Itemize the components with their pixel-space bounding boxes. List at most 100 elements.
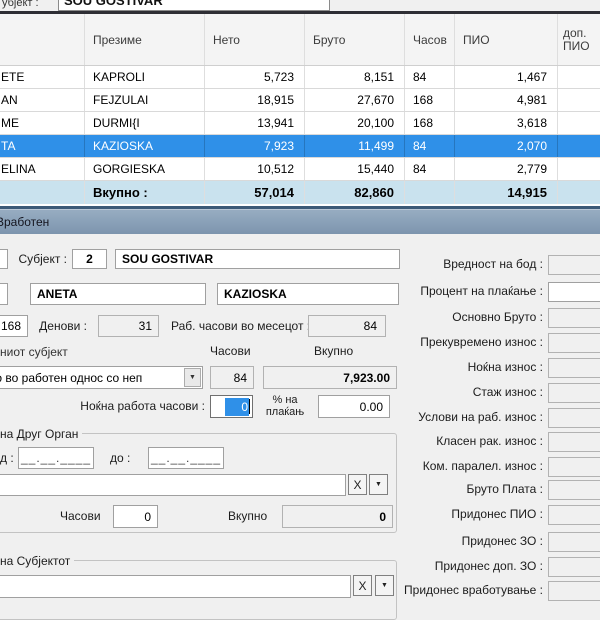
chevron-down-icon[interactable]: ▼: [369, 474, 388, 495]
cell-name: TA: [0, 135, 85, 157]
subject-label: Субјект :: [12, 252, 67, 266]
grid-header-hours[interactable]: Часов: [405, 14, 455, 65]
total-bruto: 82,860: [305, 181, 405, 204]
cell-bruto: 20,100: [305, 112, 405, 134]
other-org-hours-label: Часови: [60, 509, 101, 523]
cell-pio: 4,981: [455, 89, 558, 111]
first-name-value: ANETA: [37, 287, 77, 301]
grid-header-row: Презиме Нето Бруто Часов ПИО доп. ПИО: [0, 14, 600, 66]
employee-panel-title: Вработен: [0, 215, 49, 229]
cell-neto: 7,923: [205, 135, 305, 157]
night-pct-value: 0.00: [360, 400, 383, 414]
cell-bruto: 15,440: [305, 158, 405, 180]
field-pridones-zo: [548, 532, 600, 552]
cell-pio: 2,779: [455, 158, 558, 180]
grid-header-surname[interactable]: Презиме: [85, 14, 205, 65]
pct-label-line1: % на: [256, 394, 314, 406]
cell-hours: 84: [405, 66, 455, 88]
employment-type-value: нато во работен однос со неп: [0, 371, 142, 385]
night-pct-input[interactable]: 0.00: [318, 395, 390, 418]
date-from-placeholder: __.__.____: [21, 451, 91, 465]
grid-header-pio[interactable]: ПИО: [455, 14, 558, 65]
chevron-down-icon[interactable]: ▼: [375, 575, 394, 596]
night-hours-value: 0: [225, 398, 249, 416]
other-org-group-label: на Друг Орган: [0, 427, 82, 441]
month-hours-label: Раб. часови во месецот :: [171, 319, 310, 333]
date-to-input[interactable]: __.__.____: [148, 447, 224, 469]
month-hours-value: 84: [364, 319, 377, 333]
field-procent-na-plakanje[interactable]: [548, 282, 600, 302]
cell-hours: 84: [405, 158, 455, 180]
cell-neto: 13,941: [205, 112, 305, 134]
top-subject-value: SOU GOSTIVAR: [64, 0, 329, 8]
total-column-label: Вкупно: [314, 344, 353, 358]
pct-label: % на плаќањ: [256, 394, 314, 418]
cell-neto: 5,723: [205, 66, 305, 88]
field-label-procent-na-plakanje: Процент на плаќање :: [400, 284, 543, 298]
clear-icon[interactable]: X: [353, 575, 372, 596]
grid-header-dop-pio[interactable]: доп. ПИО: [558, 14, 600, 65]
other-org-hours-value: 0: [144, 510, 151, 524]
date-to-placeholder: __.__.____: [151, 451, 221, 465]
total-hours: [405, 181, 455, 204]
cell-name: ELINA: [0, 158, 85, 180]
field-klasen-rak-iznos: [548, 432, 600, 452]
other-org-combobox[interactable]: [0, 474, 346, 496]
total-neto: 57,014: [205, 181, 305, 204]
cell-hours: 168: [405, 89, 455, 111]
other-org-total-value: 0: [379, 510, 386, 524]
payroll-window: убјект : SOU GOSTIVAR Презиме Нето Бруто…: [0, 0, 600, 600]
work-hours-field: 84: [210, 366, 254, 389]
field-label-pridones-dop-zo: Придонес доп. ЗО :: [400, 559, 543, 573]
cell-bruto: 27,670: [305, 89, 405, 111]
other-org-total-label: Вкупно: [228, 509, 267, 523]
table-row[interactable]: ETE KAPROLI 5,723 8,151 84 1,467: [0, 66, 600, 89]
subject-work-group-label: на Субјектот: [0, 554, 74, 568]
cell-pio: 2,070: [455, 135, 558, 157]
field-prekuvremeno-iznos: [548, 333, 600, 353]
pct-label-line2: плаќањ: [256, 406, 314, 418]
table-total-row: Вкупно : 57,014 82,860 14,915: [0, 181, 600, 204]
subject-code-field[interactable]: 2: [72, 249, 107, 269]
field-label-klasen-rak-iznos: Класен рак. износ :: [400, 434, 543, 448]
chevron-down-icon[interactable]: ▼: [184, 368, 201, 387]
total-hours-field[interactable]: 168: [0, 315, 28, 337]
field-osnovno-bruto: [548, 308, 600, 328]
other-org-hours-input[interactable]: 0: [113, 505, 158, 528]
top-subject-label: убјект :: [2, 0, 39, 9]
last-name-value: KAZIOSKA: [224, 287, 287, 301]
days-label: Денови :: [38, 319, 87, 333]
total-hours-value: 168: [1, 319, 21, 333]
table-row-selected[interactable]: TA KAZIOSKA 7,923 11,499 84 2,070: [0, 135, 600, 158]
grid-header-neto[interactable]: Нето: [205, 14, 305, 65]
clipped-field-left-b[interactable]: [0, 283, 8, 305]
field-label-staz-iznos: Стаж износ :: [400, 385, 543, 399]
clipped-field-left-a[interactable]: [0, 249, 8, 269]
table-row[interactable]: ME DURMI{I 13,941 20,100 168 3,618: [0, 112, 600, 135]
grid-header-bruto[interactable]: Бруто: [305, 14, 405, 65]
field-label-bruto-plata: Бруто Плата :: [400, 482, 543, 496]
field-uslovi-na-rab-iznos: [548, 408, 600, 428]
table-row[interactable]: AN FEJZULAI 18,915 27,670 168 4,981: [0, 89, 600, 112]
field-vrednost-na-bod: [548, 255, 600, 275]
subject-name-value: SOU GOSTIVAR: [122, 252, 213, 266]
night-hours-input[interactable]: 0: [210, 395, 253, 418]
employment-type-combobox[interactable]: нато во работен однос со неп ▼: [0, 366, 203, 389]
date-from-label: д :: [0, 451, 14, 465]
date-from-input[interactable]: __.__.____: [18, 447, 94, 469]
subject-name-field[interactable]: SOU GOSTIVAR: [115, 249, 400, 269]
cell-hours: 84: [405, 135, 455, 157]
cell-surname: GORGIESKA: [85, 158, 205, 180]
top-subject-field[interactable]: SOU GOSTIVAR: [58, 0, 330, 11]
month-hours-field: 84: [308, 315, 386, 337]
grid-header-name[interactable]: [0, 14, 85, 65]
table-row[interactable]: ELINA GORGIESKA 10,512 15,440 84 2,779: [0, 158, 600, 181]
first-name-field[interactable]: ANETA: [30, 283, 206, 305]
cell-neto: 10,512: [205, 158, 305, 180]
subject-work-combobox[interactable]: [0, 575, 351, 598]
cell-dop-pio: [558, 89, 600, 111]
clear-icon[interactable]: X: [348, 474, 367, 495]
employee-panel-titlebar: Вработен: [0, 209, 600, 234]
last-name-field[interactable]: KAZIOSKA: [217, 283, 399, 305]
field-label-nokna-iznos: Ноќна износ :: [400, 360, 543, 374]
